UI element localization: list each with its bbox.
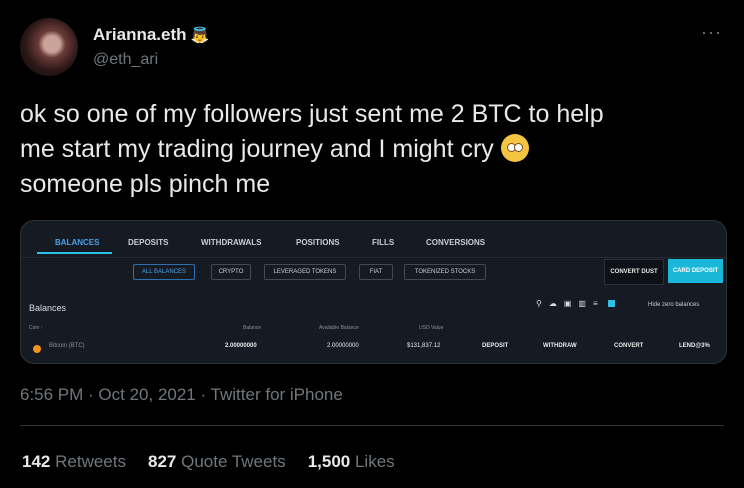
tab-balances: BALANCES bbox=[55, 238, 100, 247]
search-icon: ⚲ bbox=[536, 299, 542, 308]
more-options-icon[interactable]: ··· bbox=[701, 22, 722, 43]
convert-action: CONVERT bbox=[614, 343, 644, 349]
angel-emoji-icon: 👼 bbox=[190, 27, 210, 44]
author-handle[interactable]: @eth_ari bbox=[93, 51, 158, 69]
header-available-balance: Available Balance bbox=[319, 325, 359, 331]
quote-tweets-label: Quote Tweets bbox=[181, 452, 286, 471]
retweets-label: Retweets bbox=[55, 452, 126, 471]
filter-crypto: CRYPTO bbox=[211, 264, 251, 280]
hide-zero-checkbox bbox=[607, 300, 615, 307]
likes-label: Likes bbox=[354, 452, 395, 471]
tab-deposits: DEPOSITS bbox=[128, 238, 169, 247]
row-usd-value: $131,837.12 bbox=[407, 343, 441, 349]
tweet-text-line-2: me start my trading journey and I might … bbox=[20, 132, 720, 167]
convert-dust-button: CONVERT DUST bbox=[604, 259, 664, 285]
retweets-count: 142 bbox=[22, 452, 51, 471]
deposit-action: DEPOSIT bbox=[482, 343, 509, 349]
print-icon: ▣ bbox=[563, 299, 572, 308]
tab-conversions: CONVERSIONS bbox=[426, 238, 486, 247]
divider-top bbox=[20, 425, 724, 426]
filter-all-balances: ALL BALANCES bbox=[133, 264, 195, 280]
lend-action: LEND@3% bbox=[679, 343, 710, 349]
card-deposit-button: CARD DEPOSIT bbox=[668, 259, 723, 283]
tweet-text: ok so one of my followers just sent me 2… bbox=[20, 97, 720, 202]
likes-count: 1,500 bbox=[307, 452, 351, 471]
columns-icon: ▥ bbox=[578, 299, 586, 308]
header-usd-value: USD Value bbox=[419, 325, 444, 331]
pleading-face-emoji-icon bbox=[500, 134, 529, 162]
retweets-stat[interactable]: 142 Retweets bbox=[22, 452, 126, 471]
hide-zero-label: Hide zero balances bbox=[648, 302, 700, 308]
tweet-text-line-1: ok so one of my followers just sent me 2… bbox=[20, 100, 604, 128]
balances-title: Balances bbox=[29, 303, 67, 313]
tab-withdrawals: WITHDRAWALS bbox=[201, 238, 262, 247]
filter-leveraged-tokens: LEVERAGED TOKENS bbox=[264, 264, 346, 280]
author-name[interactable]: Arianna.eth 👼 bbox=[93, 25, 209, 45]
table-toolbar: ⚲ ☁ ▣ ▥ ≡ bbox=[536, 299, 622, 308]
row-balance: 2.00000000 bbox=[225, 343, 257, 349]
header-coin: Coin ↑ bbox=[29, 325, 44, 331]
avatar[interactable] bbox=[20, 18, 78, 76]
upload-icon: ☁ bbox=[548, 299, 557, 308]
filter-fiat: FIAT bbox=[359, 264, 393, 280]
filter-tokenized-stocks: TOKENIZED STOCKS bbox=[404, 264, 486, 280]
withdraw-action: WITHDRAW bbox=[543, 343, 577, 349]
quote-tweets-count: 827 bbox=[147, 452, 177, 471]
header-balance: Balance bbox=[243, 325, 262, 331]
quote-tweets-stat[interactable]: 827 Quote Tweets bbox=[148, 452, 286, 471]
attached-screenshot[interactable]: BALANCES DEPOSITS WITHDRAWALS POSITIONS … bbox=[20, 220, 727, 364]
tweet-timestamp[interactable]: 6:56 PM · Oct 20, 2021 · Twitter for iPh… bbox=[20, 385, 343, 405]
tab-fills: FILLS bbox=[372, 238, 395, 247]
tweet-text-line-2-text: me start my trading journey and I might … bbox=[20, 135, 494, 163]
bitcoin-icon bbox=[33, 345, 41, 353]
tabs-divider bbox=[21, 257, 726, 258]
tweet-text-line-3: someone pls pinch me bbox=[20, 170, 271, 198]
filter-icon: ≡ bbox=[592, 299, 598, 308]
likes-stat[interactable]: 1,500 Likes bbox=[308, 452, 395, 471]
exchange-tabs: BALANCES DEPOSITS WITHDRAWALS POSITIONS … bbox=[21, 221, 726, 257]
tab-positions: POSITIONS bbox=[296, 238, 340, 247]
row-available: 2.00000000 bbox=[327, 343, 359, 349]
row-coin: Bitcoin (BTC) bbox=[49, 343, 85, 349]
active-tab-underline bbox=[37, 252, 112, 254]
author-name-text[interactable]: Arianna.eth bbox=[93, 25, 187, 44]
engagement-stats: 142 Retweets 827 Quote Tweets 1,500 Likes bbox=[22, 452, 395, 472]
